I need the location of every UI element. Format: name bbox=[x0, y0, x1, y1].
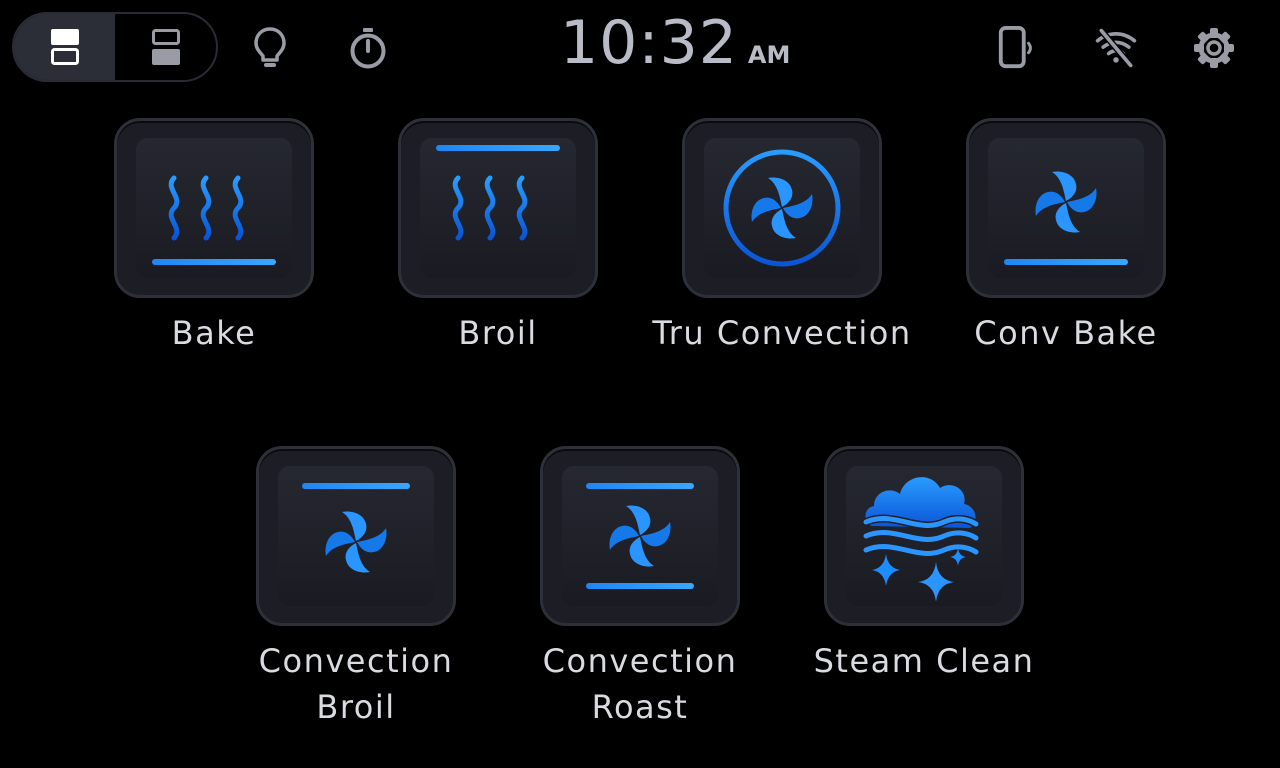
clock-ampm: AM bbox=[747, 41, 791, 69]
mode-convection-roast-frame bbox=[540, 446, 740, 626]
mode-tru-convection-label: Tru Convection bbox=[652, 314, 912, 352]
bake-icon bbox=[152, 143, 276, 265]
convection-roast-icon bbox=[586, 483, 694, 589]
remote-enable-button[interactable] bbox=[996, 22, 1040, 74]
settings-button[interactable] bbox=[1192, 22, 1236, 74]
mode-steam-clean[interactable]: Steam Clean bbox=[814, 446, 1033, 684]
mode-conv-bake[interactable]: Conv Bake bbox=[966, 118, 1166, 356]
clock-time: 10:32 bbox=[560, 8, 738, 78]
mode-steam-clean-frame bbox=[824, 446, 1024, 626]
mode-broil-frame bbox=[398, 118, 598, 298]
mode-convection-broil-frame bbox=[256, 446, 456, 626]
mode-convection-roast[interactable]: Convection Roast bbox=[540, 446, 740, 730]
wifi-button[interactable] bbox=[1094, 22, 1138, 74]
upper-oven-icon bbox=[50, 29, 79, 65]
mode-broil-label: Broil bbox=[458, 314, 538, 352]
tru-convection-icon bbox=[723, 149, 841, 267]
mode-broil[interactable]: Broil bbox=[398, 118, 598, 356]
mode-tru-convection[interactable]: Tru Convection bbox=[652, 118, 910, 356]
oven-light-button[interactable] bbox=[248, 22, 292, 74]
mode-bake-frame bbox=[114, 118, 314, 298]
oven-selector-toggle[interactable] bbox=[12, 12, 218, 82]
mode-bake-label: Bake bbox=[171, 314, 257, 352]
mode-steam-clean-label: Steam Clean bbox=[813, 642, 1035, 680]
light-bulb-icon bbox=[254, 27, 286, 67]
mode-tru-convection-frame bbox=[682, 118, 882, 298]
oven-control-screen: 10:32 AM Bake Broil Tru Convection Conv … bbox=[0, 0, 1280, 768]
timer-button[interactable] bbox=[346, 22, 390, 74]
mode-conv-bake-label: Conv Bake bbox=[974, 314, 1158, 352]
broil-icon bbox=[436, 145, 560, 273]
mode-bake[interactable]: Bake bbox=[114, 118, 314, 356]
convection-broil-icon bbox=[302, 483, 410, 573]
timer-icon bbox=[350, 28, 386, 69]
gear-icon bbox=[1194, 28, 1234, 68]
mode-convection-roast-label: Convection Roast bbox=[542, 642, 738, 726]
clock: 10:32 AM bbox=[560, 8, 820, 88]
mode-convection-broil-label: Convection Broil bbox=[258, 642, 454, 726]
lower-oven-button[interactable] bbox=[115, 14, 216, 80]
remote-enable-icon bbox=[998, 25, 1032, 69]
steam-clean-icon bbox=[862, 477, 980, 601]
conv-bake-icon bbox=[1004, 171, 1128, 265]
mode-convection-broil[interactable]: Convection Broil bbox=[256, 446, 456, 730]
mode-conv-bake-frame bbox=[966, 118, 1166, 298]
lower-oven-icon bbox=[151, 29, 180, 65]
wifi-off-icon bbox=[1095, 28, 1137, 68]
upper-oven-button[interactable] bbox=[14, 14, 115, 80]
